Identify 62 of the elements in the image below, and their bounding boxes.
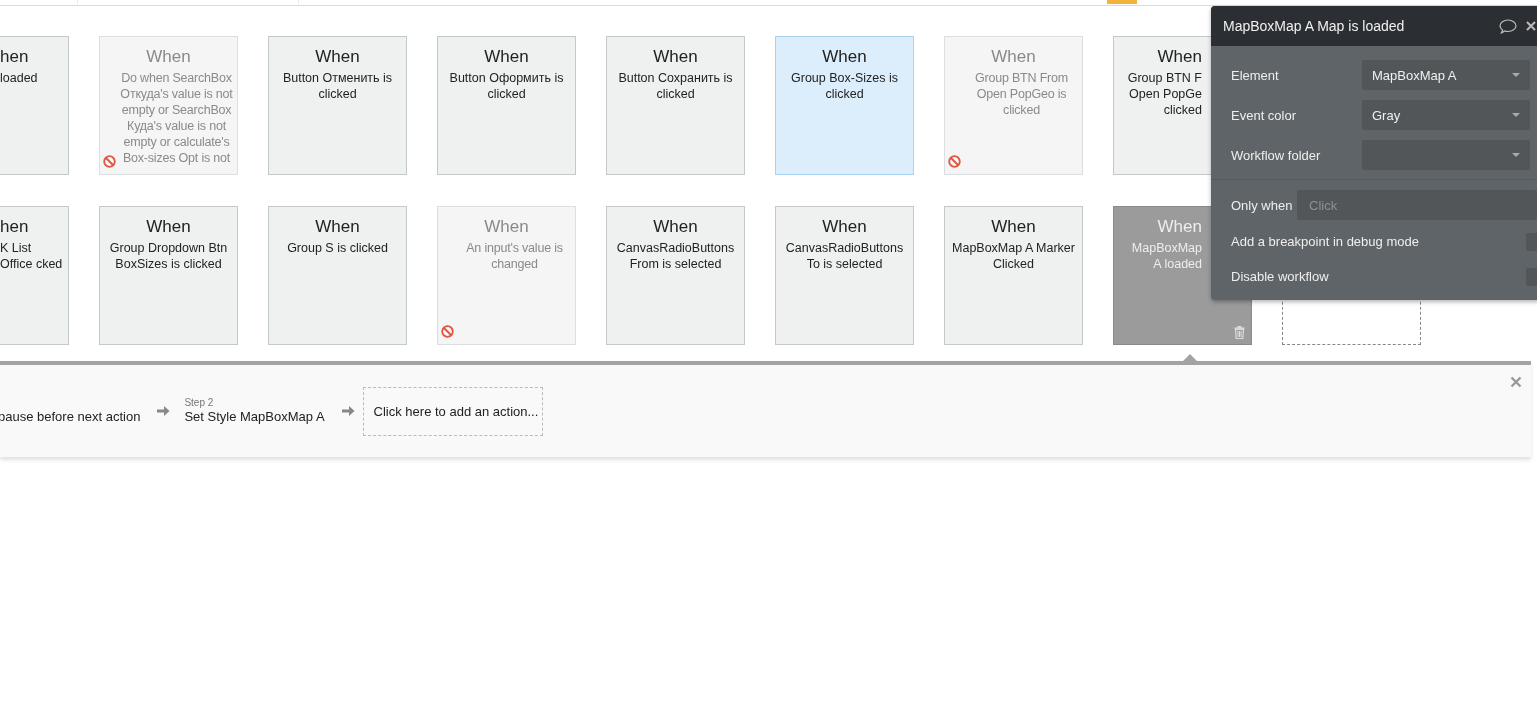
event-description: Group Box-Sizes is clicked xyxy=(790,70,899,102)
event-description: Group S is clicked xyxy=(286,240,389,256)
dropdown[interactable]: MapBoxMap A xyxy=(1362,60,1530,90)
event-card[interactable]: When Button Оформить is clicked xyxy=(437,36,576,175)
event-description: MapBoxMap A loaded xyxy=(1130,240,1202,272)
event-card[interactable]: When CanvasRadioButtons To is selected xyxy=(775,206,914,345)
event-card[interactable]: hen K List Office cked xyxy=(0,206,69,345)
arrow-icon xyxy=(341,405,355,417)
event-title: When xyxy=(822,217,867,237)
event-card[interactable]: When MapBoxMap A Marker Clicked xyxy=(944,206,1083,345)
disabled-icon xyxy=(948,155,961,168)
dropdown-caret-icon xyxy=(1512,113,1520,117)
event-card[interactable]: When Group Box-Sizes is clicked xyxy=(775,36,914,175)
event-description: loaded xyxy=(0,70,39,86)
arrow-icon xyxy=(157,405,171,417)
event-title: When xyxy=(146,47,191,67)
add-action-button[interactable]: Click here to add an action... xyxy=(362,386,543,436)
event-description: Button Сохранить is clicked xyxy=(617,70,734,102)
event-description: CanvasRadioButtons From is selected xyxy=(615,240,736,272)
dropdown[interactable]: Gray xyxy=(1362,100,1530,130)
event-title: When xyxy=(146,217,191,237)
tab-indicator xyxy=(1107,0,1137,4)
disabled-icon xyxy=(441,325,454,338)
event-description: K List Office cked xyxy=(0,240,64,272)
event-card[interactable]: When Group Dropdown Btn BoxSizes is clicked xyxy=(99,206,238,345)
comment-icon[interactable] xyxy=(1499,18,1517,34)
event-card[interactable]: When Group S is clicked xyxy=(268,206,407,345)
event-description: Group BTN F Open PopGe clicked xyxy=(1126,70,1202,118)
event-title: hen xyxy=(0,217,29,237)
action-name[interactable]: Set Style MapBoxMap A xyxy=(184,408,325,425)
event-card[interactable]: When CanvasRadioButtons From is selected xyxy=(606,206,745,345)
event-card[interactable]: When Button Отменить is clicked xyxy=(268,36,407,175)
dropdown-caret-icon xyxy=(1512,73,1520,77)
event-title: When xyxy=(484,47,529,67)
event-card[interactable]: hen loaded xyxy=(0,36,69,175)
event-card[interactable]: When Button Сохранить is clicked xyxy=(606,36,745,175)
event-title: hen xyxy=(0,47,29,67)
event-title: When xyxy=(822,47,867,67)
event-title: When xyxy=(1157,47,1202,67)
event-description: An input's value is changed xyxy=(465,240,564,272)
disabled-icon xyxy=(103,155,116,168)
event-description: Group Dropdown Btn BoxSizes is clicked xyxy=(108,240,229,272)
event-title: When xyxy=(484,217,529,237)
event-title: When xyxy=(653,47,698,67)
event-title: When xyxy=(1157,217,1202,237)
event-title: When xyxy=(315,47,360,67)
event-title: When xyxy=(991,47,1036,67)
event-title: When xyxy=(991,217,1036,237)
condition-input[interactable]: Click xyxy=(1297,190,1537,220)
trash-icon[interactable] xyxy=(1234,326,1245,339)
panel-title: MapBoxMap A Map is loaded xyxy=(1223,18,1406,34)
step-label: Step 2 xyxy=(184,395,215,409)
close-icon[interactable] xyxy=(1526,21,1536,31)
event-description: Button Отменить is clicked xyxy=(281,70,394,102)
event-title: When xyxy=(653,217,698,237)
event-title: When xyxy=(315,217,360,237)
event-description: Group BTN From Open PopGeo is clicked xyxy=(973,70,1070,118)
event-description: CanvasRadioButtons To is selected xyxy=(784,240,905,272)
event-description: Do when SearchBox Откуда's value is not empty or SearchBox Куда's value is not empty or calculate's Box-sizes Opt is not xyxy=(119,70,234,166)
event-description: Button Оформить is clicked xyxy=(448,70,565,102)
dropdown-caret-icon xyxy=(1512,153,1520,157)
event-description: MapBoxMap A Marker Clicked xyxy=(951,240,1076,272)
